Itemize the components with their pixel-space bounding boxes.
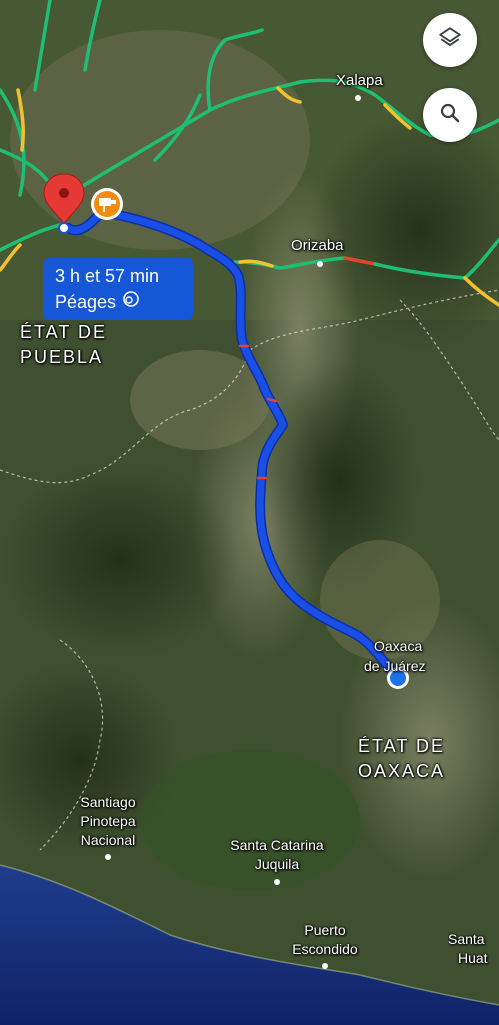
city-dot-xalapa (355, 95, 361, 101)
label-santa-catarina-juquila[interactable]: Santa Catarina Juquila (217, 836, 337, 874)
toll-icon (122, 289, 140, 315)
oaxaca-line1: Oaxaca (374, 638, 423, 654)
santa-huat-line2: Huat (458, 950, 488, 966)
santiago-line3: Nacional (80, 832, 136, 848)
santa-catarina-line2: Juquila (254, 856, 300, 872)
city-dot-juquila (274, 879, 280, 885)
state-puebla-line2: PUEBLA (20, 347, 104, 367)
search-button[interactable] (423, 88, 477, 142)
state-oaxaca-line1: ÉTAT DE (358, 736, 446, 756)
city-dot-orizaba (317, 261, 323, 267)
search-icon (438, 101, 462, 130)
speed-camera-icon[interactable] (91, 188, 123, 220)
label-santa-huat[interactable]: Santa Huat (448, 930, 498, 968)
city-dot-puerto (322, 963, 328, 969)
label-state-oaxaca[interactable]: ÉTAT DE OAXACA (358, 734, 445, 784)
tolls-label: Péages (55, 292, 117, 312)
label-santiago-pinotepa[interactable]: Santiago Pinotepa Nacional (68, 793, 148, 850)
puerto-line2: Escondido (292, 941, 358, 957)
santa-catarina-line1: Santa Catarina (230, 837, 324, 853)
label-state-puebla[interactable]: ÉTAT DE PUEBLA (20, 320, 107, 370)
state-puebla-line1: ÉTAT DE (20, 322, 108, 342)
santa-huat-line1: Santa (448, 931, 485, 947)
label-xalapa[interactable]: Xalapa (336, 72, 383, 89)
santiago-line2: Pinotepa (80, 813, 136, 829)
route-duration: 3 h et 57 min (55, 266, 160, 286)
route-info-callout[interactable]: 3 h et 57 min Péages (43, 258, 193, 320)
city-dot-santiago (105, 854, 111, 860)
santiago-line1: Santiago (80, 794, 136, 810)
puerto-line1: Puerto (304, 922, 346, 938)
oaxaca-line2: de Juárez (364, 658, 426, 674)
label-oaxaca-de-juarez[interactable]: Oaxaca de Juárez (364, 636, 425, 676)
layers-button[interactable] (423, 13, 477, 67)
label-orizaba[interactable]: Orizaba (291, 237, 344, 254)
label-puerto-escondido[interactable]: Puerto Escondido (280, 921, 370, 959)
state-oaxaca-line2: OAXACA (358, 761, 446, 781)
layers-icon (437, 25, 463, 56)
